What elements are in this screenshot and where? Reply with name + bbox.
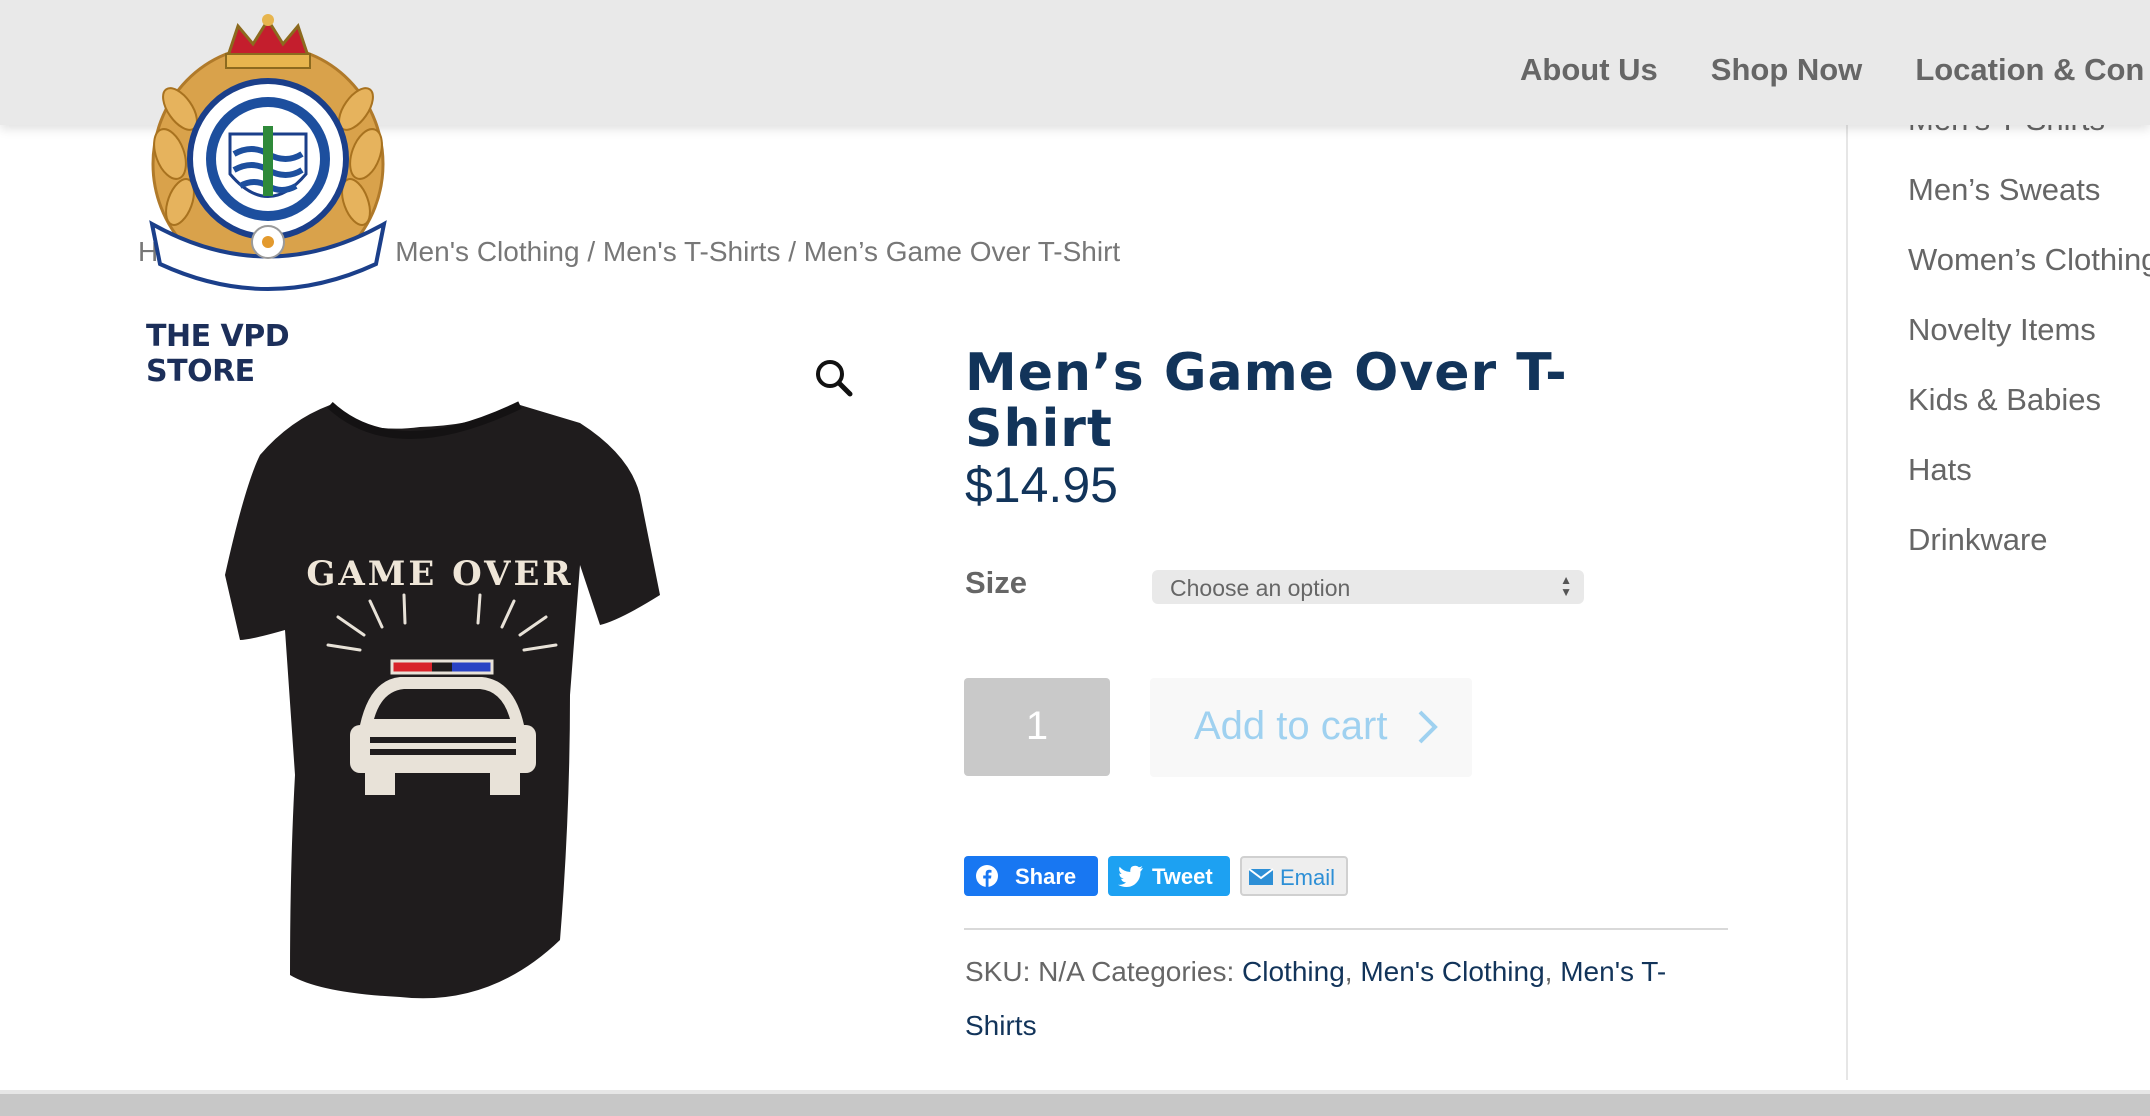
sidebar-item-womens-clothing[interactable]: Women’s Clothing — [1908, 242, 2150, 278]
sidebar-item-drinkware[interactable]: Drinkware — [1908, 522, 2048, 558]
size-label: Size — [965, 565, 1028, 600]
facebook-share-button[interactable]: Share — [964, 856, 1098, 896]
twitter-share-label: Tweet — [1152, 864, 1213, 889]
add-to-cart-label: Add to cart — [1194, 704, 1388, 748]
search-icon[interactable] — [812, 356, 856, 400]
breadcrumb-trail: Men's Clothing / Men's T-Shirts / Men’s … — [395, 236, 1121, 267]
logo-text: THE VPD STORE — [146, 319, 290, 389]
quantity-input[interactable]: 1 — [964, 678, 1110, 776]
sidebar-item-hats[interactable]: Hats — [1908, 452, 1972, 488]
categories-label: Categories: — [1091, 956, 1235, 987]
sku-label: SKU: — [965, 956, 1031, 987]
size-select-value: Choose an option — [1170, 575, 1351, 601]
quantity-value: 1 — [1025, 704, 1049, 748]
size-select[interactable]: Choose an option ▲ ▼ — [1152, 570, 1584, 604]
facebook-share-label: Share — [1015, 864, 1077, 889]
product-price: $14.95 — [965, 457, 1118, 513]
product-meta: SKU: N/A Categories: Clothing, Men's Clo… — [965, 956, 1667, 1041]
twitter-share-button[interactable]: Tweet — [1108, 856, 1230, 896]
twitter-icon — [1118, 865, 1143, 887]
sku-value: N/A — [1038, 956, 1084, 987]
divider — [964, 928, 1728, 930]
add-to-cart-button[interactable]: Add to cart — [1150, 678, 1472, 777]
category-sidebar: Men’s T-Shirts Men’s Sweats Women’s Clot… — [1846, 100, 2150, 1080]
email-share-button[interactable]: Email — [1240, 856, 1348, 896]
chevron-right-icon — [1418, 710, 1438, 744]
nav-about-us[interactable]: About Us — [1520, 52, 1658, 88]
product-image[interactable]: GAME OVER — [160, 395, 840, 1015]
select-arrows-icon: ▲ ▼ — [1560, 573, 1572, 599]
main-nav: About Us Shop Now Location & Con — [1520, 52, 2144, 88]
sidebar-item-kids-babies[interactable]: Kids & Babies — [1908, 382, 2101, 418]
nav-shop-now[interactable]: Shop Now — [1711, 52, 1863, 88]
category-link-clothing[interactable]: Clothing — [1242, 956, 1345, 987]
email-share-label: Email — [1280, 865, 1336, 890]
vpd-store-logo[interactable]: THE VPD STORE — [140, 14, 400, 389]
police-badge-icon — [149, 14, 387, 291]
sidebar-item-novelty-items[interactable]: Novelty Items — [1908, 312, 2096, 348]
sidebar-item-mens-sweats[interactable]: Men’s Sweats — [1908, 172, 2100, 208]
product-title: Men’s Game Over T-Shirt — [965, 342, 1568, 459]
shirt-print-text: GAME OVER — [306, 554, 573, 594]
mail-icon — [1248, 868, 1274, 885]
facebook-icon — [976, 865, 998, 887]
category-link-mens-clothing[interactable]: Men's Clothing — [1360, 956, 1544, 987]
footer-edge — [0, 1090, 2150, 1116]
nav-location-contact[interactable]: Location & Con — [1915, 52, 2144, 88]
